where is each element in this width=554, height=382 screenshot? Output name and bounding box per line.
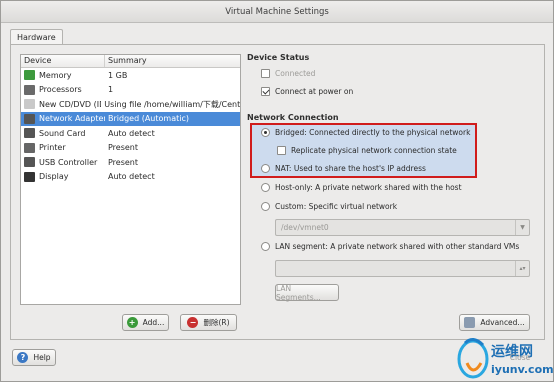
lan-segments-button-label: LAN Segments... xyxy=(276,283,321,302)
custom-network-value: /dev/vmnet0 xyxy=(281,223,329,232)
device-cell: Sound Card xyxy=(21,128,105,139)
host-only-label: Host-only: A private network shared with… xyxy=(275,183,462,192)
device-name: New CD/DVD (IDE) xyxy=(39,99,101,109)
help-icon: ? xyxy=(17,352,29,363)
settings-window: Virtual Machine Settings Hardware Device… xyxy=(0,0,554,382)
device-cell: New CD/DVD (IDE) xyxy=(21,99,101,110)
custom-label: Custom: Specific virtual network xyxy=(275,202,398,211)
device-row[interactable]: Network Adapter Bridged (Automatic) xyxy=(21,111,240,126)
lan-segment-option[interactable]: LAN segment: A private network shared wi… xyxy=(261,242,519,251)
connected-checkbox xyxy=(261,69,270,78)
chevron-down-icon: ▼ xyxy=(515,220,529,235)
lan-segment-select: ▴▾ xyxy=(275,260,530,277)
bridged-option[interactable]: Bridged: Connected directly to the physi… xyxy=(261,128,470,137)
device-row[interactable]: Sound Card Auto detect xyxy=(21,126,240,141)
device-row[interactable]: Processors 1 xyxy=(21,83,240,98)
device-summary: Auto detect xyxy=(108,172,155,182)
connect-at-power-on-option[interactable]: Connect at power on xyxy=(261,87,353,96)
advanced-button[interactable]: Advanced... xyxy=(459,314,530,331)
sound-icon xyxy=(24,128,35,139)
spin-arrows-icon: ▴▾ xyxy=(515,261,529,276)
host-only-radio[interactable] xyxy=(261,183,270,192)
device-summary: Present xyxy=(108,143,139,153)
device-summary: Bridged (Automatic) xyxy=(108,114,189,124)
device-row[interactable]: New CD/DVD (IDE)Using file /home/william… xyxy=(21,97,240,112)
processor-icon xyxy=(24,84,35,95)
remove-button[interactable]: − 删除(R) xyxy=(180,314,237,331)
remove-icon: − xyxy=(187,317,199,328)
device-table-header: Device Summary xyxy=(21,55,240,68)
close-button-label: Close xyxy=(509,353,531,362)
replicate-label: Replicate physical network connection st… xyxy=(291,146,457,155)
display-icon xyxy=(24,171,35,182)
lan-segment-label: LAN segment: A private network shared wi… xyxy=(275,242,520,251)
custom-option[interactable]: Custom: Specific virtual network xyxy=(261,202,397,211)
device-row[interactable]: USB Controller Present xyxy=(21,155,240,170)
device-name: Processors xyxy=(39,85,82,95)
tab-hardware[interactable]: Hardware xyxy=(10,29,63,45)
device-cell: Network Adapter xyxy=(21,113,105,124)
nat-option[interactable]: NAT: Used to share the host's IP address xyxy=(261,164,426,173)
add-button-label: Add... xyxy=(142,318,165,327)
device-name: Printer xyxy=(39,143,66,153)
connect-at-power-on-label: Connect at power on xyxy=(275,87,354,96)
device-name: Sound Card xyxy=(39,128,86,138)
custom-network-select: /dev/vmnet0 ▼ xyxy=(275,219,530,236)
nat-label: NAT: Used to share the host's IP address xyxy=(275,164,426,173)
memory-icon xyxy=(24,70,35,81)
device-cell: Processors xyxy=(21,84,105,95)
device-name: Network Adapter xyxy=(39,114,105,124)
column-header-device[interactable]: Device xyxy=(21,55,105,67)
replicate-option[interactable]: Replicate physical network connection st… xyxy=(277,146,457,155)
device-cell: Printer xyxy=(21,142,105,153)
usb-icon xyxy=(24,157,35,168)
cdrom-icon xyxy=(24,99,35,110)
lan-segment-radio[interactable] xyxy=(261,242,270,251)
connected-option: Connected xyxy=(261,69,315,78)
device-cell: Display xyxy=(21,171,105,182)
lan-segments-button: LAN Segments... xyxy=(275,283,339,302)
replicate-checkbox[interactable] xyxy=(277,146,286,155)
device-row[interactable]: Printer Present xyxy=(21,141,240,156)
device-name: Display xyxy=(39,172,69,182)
window-title: Virtual Machine Settings xyxy=(1,1,553,23)
device-summary: 1 GB xyxy=(108,70,128,80)
close-button[interactable]: Close xyxy=(497,349,543,366)
device-row[interactable]: Memory 1 GB xyxy=(21,68,240,83)
device-cell: USB Controller xyxy=(21,157,105,168)
device-row[interactable]: Display Auto detect xyxy=(21,170,240,185)
help-button-label: Help xyxy=(33,353,51,362)
connected-label: Connected xyxy=(275,69,316,78)
help-button[interactable]: ? Help xyxy=(12,349,56,366)
device-summary: Using file /home/william/下载/CentO xyxy=(104,99,240,109)
bridged-radio[interactable] xyxy=(261,128,270,137)
add-button[interactable]: + Add... xyxy=(122,314,169,331)
device-cell: Memory xyxy=(21,70,105,81)
network-connection-title: Network Connection xyxy=(247,113,339,122)
custom-radio[interactable] xyxy=(261,202,270,211)
remove-button-label: 删除(R) xyxy=(203,318,230,327)
connect-at-power-on-checkbox[interactable] xyxy=(261,87,270,96)
device-table[interactable]: Device Summary Memory 1 GB Processors 1 New … xyxy=(20,54,241,305)
device-summary: Auto detect xyxy=(108,128,155,138)
column-header-summary[interactable]: Summary xyxy=(105,55,147,67)
host-only-option[interactable]: Host-only: A private network shared with… xyxy=(261,183,462,192)
device-name: Memory xyxy=(39,70,72,80)
add-icon: + xyxy=(126,317,138,328)
printer-icon xyxy=(24,142,35,153)
nat-radio[interactable] xyxy=(261,164,270,173)
bridged-label: Bridged: Connected directly to the physi… xyxy=(275,128,471,137)
device-status-title: Device Status xyxy=(247,53,310,62)
advanced-icon xyxy=(464,317,476,328)
network-icon xyxy=(24,113,35,124)
device-name: USB Controller xyxy=(39,157,98,167)
advanced-button-label: Advanced... xyxy=(480,318,525,327)
device-summary: 1 xyxy=(108,85,114,95)
device-summary: Present xyxy=(108,157,139,167)
